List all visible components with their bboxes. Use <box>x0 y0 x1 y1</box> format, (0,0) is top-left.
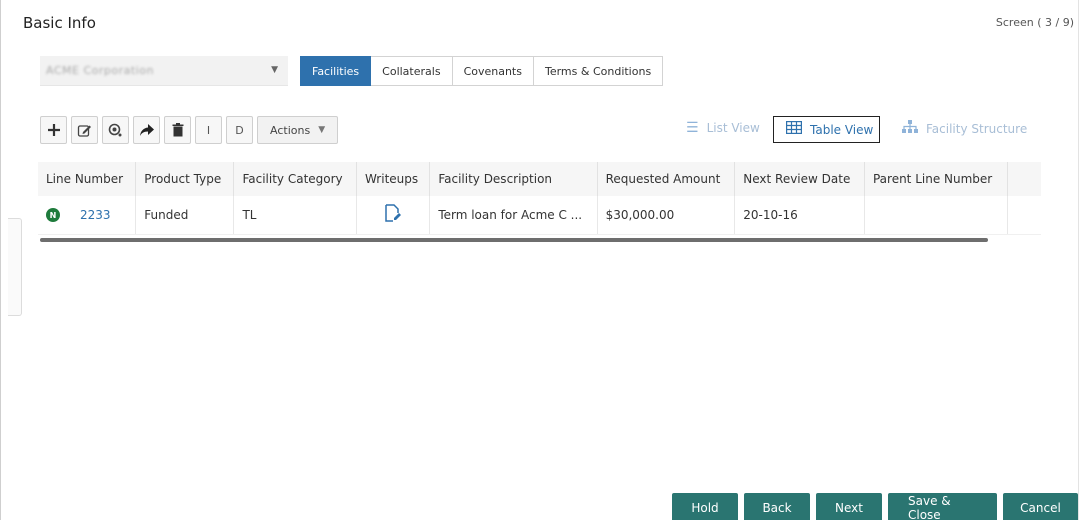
list-view-button[interactable]: ☰ List View <box>686 120 760 136</box>
back-button[interactable]: Back <box>744 493 810 520</box>
view-button[interactable] <box>102 116 129 144</box>
edit-icon <box>77 124 91 137</box>
left-border <box>0 0 1 520</box>
btn-d[interactable]: D <box>226 116 253 144</box>
forward-button[interactable] <box>133 116 160 144</box>
table-row[interactable]: N 2233 Funded TL Term loan for Acme C ...… <box>38 196 1041 235</box>
edit-button[interactable] <box>71 116 98 144</box>
forward-icon <box>139 124 154 136</box>
tab-bar: Facilities Collaterals Covenants Terms &… <box>300 56 664 86</box>
delete-button[interactable] <box>164 116 191 144</box>
col-line-number[interactable]: Line Number <box>38 162 137 196</box>
tab-terms-conditions[interactable]: Terms & Conditions <box>533 56 664 86</box>
customer-select[interactable]: ACME Corporation ▼ <box>40 56 288 86</box>
facility-structure-label: Facility Structure <box>926 121 1028 136</box>
horizontal-scrollbar[interactable] <box>40 238 988 242</box>
chevron-down-icon: ▼ <box>318 125 326 135</box>
col-requested-amount[interactable]: Requested Amount <box>597 162 736 196</box>
writeup-edit-icon[interactable] <box>385 204 402 226</box>
hold-button[interactable]: Hold <box>672 493 738 520</box>
chevron-down-icon: ▼ <box>271 65 278 75</box>
app-frame: Basic Info Screen ( 3 / 9) ACME Corporat… <box>0 0 1082 520</box>
view-icon <box>108 123 122 136</box>
status-badge: N <box>46 208 60 222</box>
requested-amount-cell: $30,000.00 <box>597 196 736 235</box>
side-panel-handle[interactable] <box>8 218 22 316</box>
parent-line-number-cell <box>864 196 1008 235</box>
add-button[interactable] <box>40 116 67 144</box>
tab-collaterals[interactable]: Collaterals <box>371 56 453 86</box>
table-view-button[interactable]: Table View <box>773 116 881 143</box>
extra-cell <box>1007 196 1041 235</box>
next-review-date-cell: 20-10-16 <box>734 196 865 235</box>
facilities-table: Line Number Product Type Facility Catego… <box>38 162 1041 235</box>
footer-actions: Hold Back Next Save & Close Cancel <box>672 493 1078 520</box>
facility-category-cell: TL <box>233 196 357 235</box>
line-number-link[interactable]: 2233 <box>80 208 111 222</box>
list-view-label: List View <box>706 121 760 135</box>
hierarchy-icon <box>902 120 918 137</box>
grid-toolbar: I D Actions ▼ <box>40 116 339 146</box>
save-close-button[interactable]: Save & Close <box>888 493 997 520</box>
col-parent-line-number[interactable]: Parent Line Number <box>864 162 1008 196</box>
table-view-label: Table View <box>810 122 874 137</box>
btn-i[interactable]: I <box>195 116 222 144</box>
plus-icon <box>47 124 60 136</box>
actions-dropdown[interactable]: Actions ▼ <box>257 116 339 144</box>
page-title: Basic Info <box>23 14 96 32</box>
cancel-button[interactable]: Cancel <box>1003 493 1078 520</box>
col-extra <box>1007 162 1041 196</box>
col-writeups[interactable]: Writeups <box>356 162 431 196</box>
list-icon: ☰ <box>686 120 699 136</box>
writeups-cell <box>356 196 431 235</box>
trash-icon <box>172 123 183 137</box>
product-type-cell: Funded <box>135 196 235 235</box>
customer-select-value: ACME Corporation <box>46 64 154 77</box>
next-button[interactable]: Next <box>816 493 882 520</box>
facility-description-cell: Term loan for Acme C ... <box>429 196 598 235</box>
col-facility-category[interactable]: Facility Category <box>233 162 357 196</box>
right-border <box>1078 0 1079 520</box>
table-header-row: Line Number Product Type Facility Catego… <box>38 162 1041 196</box>
line-number-cell: N 2233 <box>38 196 137 235</box>
tab-covenants[interactable]: Covenants <box>452 56 534 86</box>
tab-facilities[interactable]: Facilities <box>300 56 372 86</box>
table-icon <box>785 120 803 138</box>
screen-indicator: Screen ( 3 / 9) <box>995 16 1074 29</box>
col-next-review-date[interactable]: Next Review Date <box>734 162 865 196</box>
facility-structure-button[interactable]: Facility Structure <box>902 120 1027 137</box>
actions-label: Actions <box>270 123 311 137</box>
col-facility-description[interactable]: Facility Description <box>429 162 598 196</box>
col-product-type[interactable]: Product Type <box>135 162 235 196</box>
